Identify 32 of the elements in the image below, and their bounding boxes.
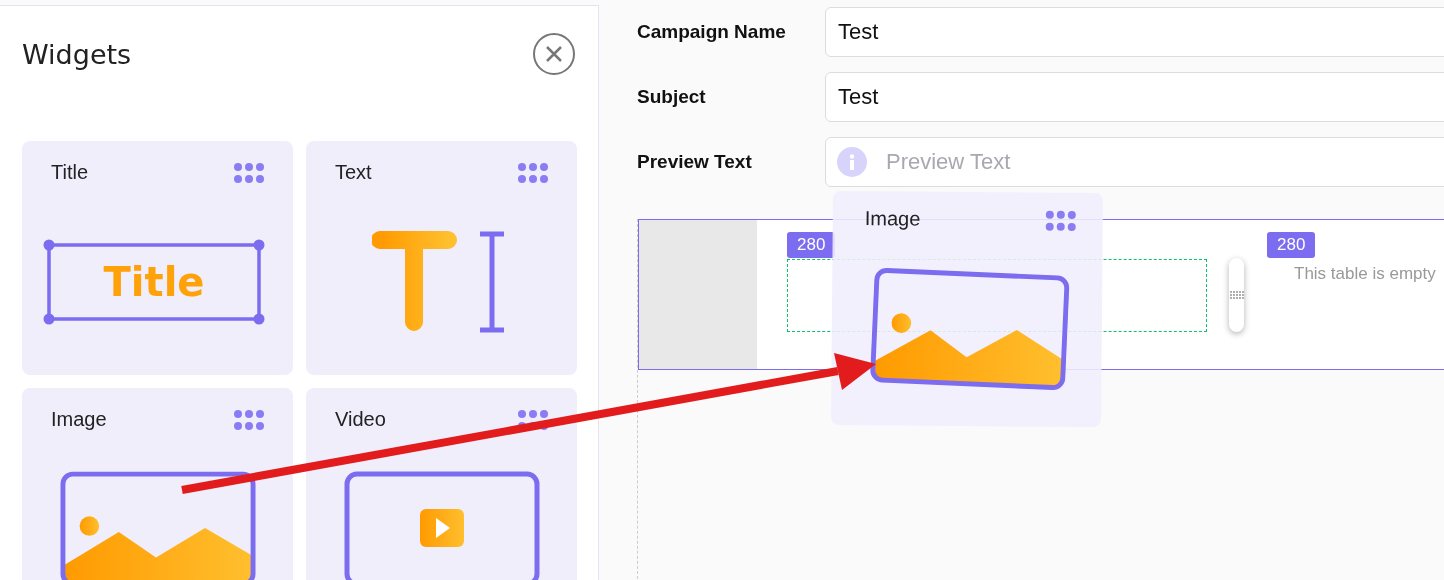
widget-label: Text <box>335 161 372 184</box>
widget-card[interactable]: Text <box>306 141 577 375</box>
widget-card[interactable]: Image <box>22 388 293 580</box>
drag-handle-icon[interactable] <box>233 408 265 431</box>
image-icon <box>869 266 1071 391</box>
close-button[interactable] <box>533 33 575 75</box>
empty-table-text: This table is empty <box>1294 264 1436 284</box>
field-label: Subject <box>637 86 707 108</box>
panel-title: Widgets <box>22 38 132 70</box>
widget-label: Image <box>864 207 921 231</box>
close-icon <box>544 44 564 64</box>
width-badge: 280 <box>1267 232 1316 258</box>
widget-label: Video <box>335 408 386 431</box>
image-icon <box>60 470 256 580</box>
widget-label: Title <box>51 161 89 184</box>
drag-handle-icon[interactable] <box>1044 209 1077 232</box>
resize-handle[interactable] <box>1229 258 1244 332</box>
title-preview-text: Title <box>103 258 205 305</box>
widget-card[interactable]: Title Title <box>22 141 293 375</box>
field-label: Campaign Name <box>637 21 787 43</box>
dragged-widget-card[interactable]: Image <box>831 190 1103 428</box>
field-label: Preview Text <box>637 151 753 173</box>
text-field[interactable]: Test <box>825 7 1444 57</box>
drag-handle-icon[interactable] <box>517 161 549 184</box>
widget-card[interactable]: Video <box>306 388 577 580</box>
text-field[interactable]: Test <box>825 72 1444 122</box>
video-icon <box>344 470 540 580</box>
drag-handle-icon[interactable] <box>233 161 265 184</box>
widget-label: Image <box>51 408 107 431</box>
selection-frame-icon <box>43 238 265 325</box>
drag-handle-icon[interactable] <box>517 408 549 431</box>
text-field[interactable]: Preview Text <box>825 137 1444 187</box>
